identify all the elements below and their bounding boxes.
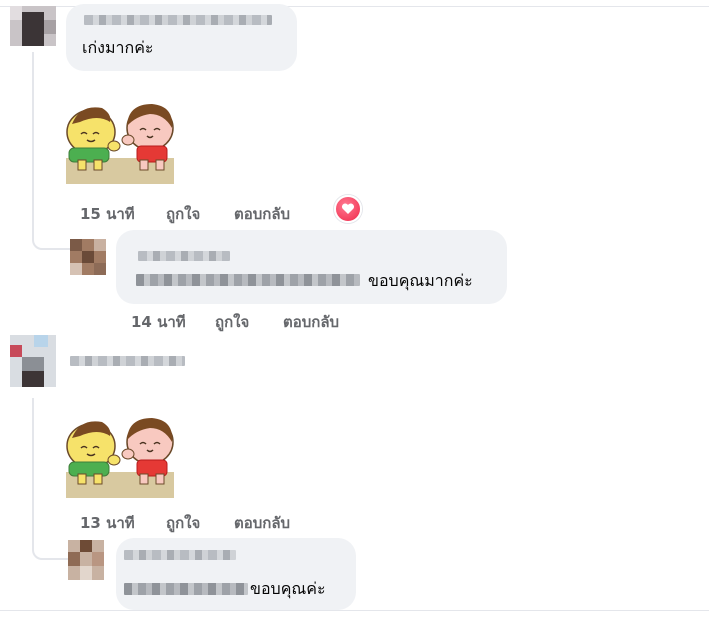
replier-name[interactable] bbox=[124, 550, 236, 560]
reply-text: ขอบคุณค่ะ bbox=[250, 579, 326, 598]
reply-avatar[interactable] bbox=[70, 239, 106, 275]
reply-bubble[interactable]: ขอบคุณค่ะ bbox=[116, 538, 356, 610]
avatar[interactable] bbox=[10, 6, 56, 46]
comment-time[interactable]: 15 นาที bbox=[80, 202, 135, 226]
reply-button[interactable]: ตอบกลับ bbox=[234, 202, 290, 226]
heart-icon[interactable] bbox=[334, 195, 362, 223]
comment-actions: 13 นาที ถูกใจ ตอบกลับ bbox=[80, 511, 340, 532]
comment-time[interactable]: 13 นาที bbox=[80, 511, 135, 535]
commenter-name[interactable] bbox=[84, 15, 272, 25]
avatar[interactable] bbox=[10, 335, 56, 387]
bottom-divider bbox=[0, 610, 709, 611]
comment-actions: 15 นาที ถูกใจ ตอบกลับ bbox=[80, 202, 340, 223]
reply-button[interactable]: ตอบกลับ bbox=[234, 511, 290, 535]
like-button[interactable]: ถูกใจ bbox=[166, 202, 200, 226]
reply-actions: 14 นาที ถูกใจ ตอบกลับ bbox=[131, 310, 391, 331]
sticker-friends-waving bbox=[66, 104, 174, 184]
reply-mention[interactable] bbox=[124, 583, 248, 595]
reply-mention[interactable] bbox=[136, 274, 360, 286]
reply-text: ขอบคุณมากค่ะ bbox=[368, 271, 473, 290]
commenter-name[interactable] bbox=[70, 356, 185, 366]
like-button[interactable]: ถูกใจ bbox=[166, 511, 200, 535]
like-button[interactable]: ถูกใจ bbox=[215, 310, 249, 334]
reply-time[interactable]: 14 นาที bbox=[131, 310, 186, 334]
reply-bubble[interactable]: ขอบคุณมากค่ะ bbox=[116, 230, 507, 304]
reply-button[interactable]: ตอบกลับ bbox=[283, 310, 339, 334]
comment-text: เก่งมากค่ะ bbox=[82, 38, 154, 57]
replier-name[interactable] bbox=[138, 251, 230, 261]
comment-bubble[interactable]: เก่งมากค่ะ bbox=[66, 4, 297, 71]
reply-avatar[interactable] bbox=[68, 540, 104, 580]
sticker-friends-waving bbox=[66, 418, 174, 498]
